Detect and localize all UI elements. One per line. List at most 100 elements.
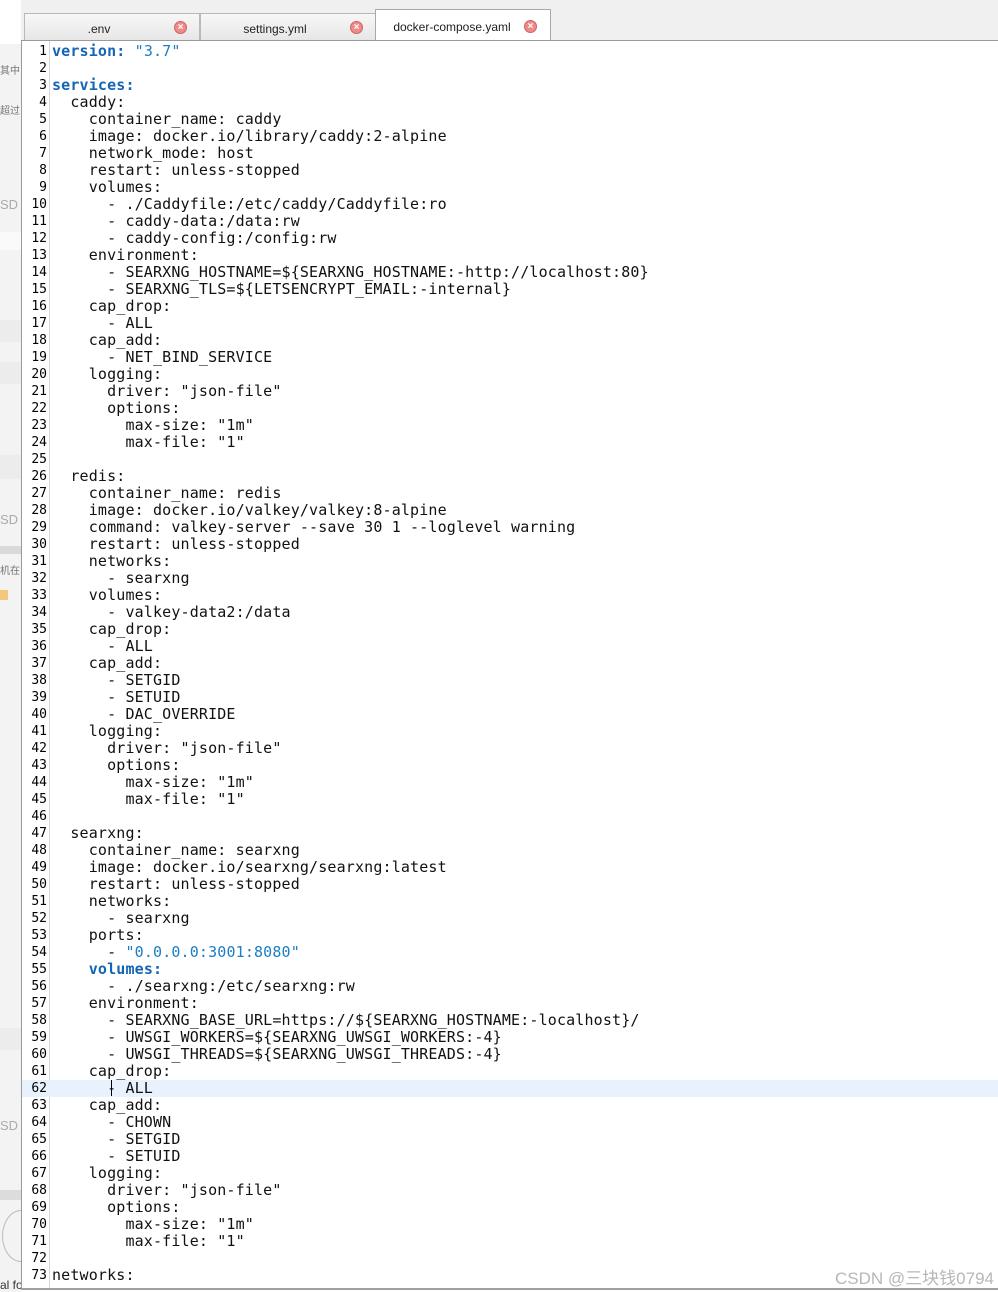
code-line[interactable]: 50 restart: unless-stopped — [22, 876, 998, 893]
code-line[interactable]: 35 cap_drop: — [22, 621, 998, 638]
background-avatar — [2, 1210, 21, 1262]
code-line[interactable]: 61 cap_drop: — [22, 1063, 998, 1080]
code-line[interactable]: 20 logging: — [22, 366, 998, 383]
code-line[interactable]: 6 image: docker.io/library/caddy:2-alpin… — [22, 128, 998, 145]
code-text: caddy: — [52, 93, 126, 111]
code-line[interactable]: 21 driver: "json-file" — [22, 383, 998, 400]
code-line[interactable]: 37 cap_add: — [22, 655, 998, 672]
code-line[interactable]: 26 redis: — [22, 468, 998, 485]
code-line[interactable]: 36 - ALL — [22, 638, 998, 655]
code-line[interactable]: 62 - ALL — [22, 1080, 998, 1097]
code-line[interactable]: 51 networks: — [22, 893, 998, 910]
code-line[interactable]: 11 - caddy-data:/data:rw — [22, 213, 998, 230]
tab-settings-yml[interactable]: settings.yml × — [200, 13, 376, 40]
code-line[interactable]: 22 options: — [22, 400, 998, 417]
line-number: 21 — [31, 384, 47, 399]
code-line[interactable]: 49 image: docker.io/searxng/searxng:late… — [22, 859, 998, 876]
code-line[interactable]: 32 - searxng — [22, 570, 998, 587]
code-line[interactable]: 47 searxng: — [22, 825, 998, 842]
code-line[interactable]: 71 max-file: "1" — [22, 1233, 998, 1250]
code-line[interactable]: 52 - searxng — [22, 910, 998, 927]
code-text: volumes: — [52, 586, 163, 604]
background-band — [0, 455, 21, 479]
code-line[interactable]: 63 cap_add: — [22, 1097, 998, 1114]
code-line[interactable]: 66 - SETUID — [22, 1148, 998, 1165]
code-line[interactable]: 38 - SETGID — [22, 672, 998, 689]
code-line[interactable]: 70 max-size: "1m" — [22, 1216, 998, 1233]
code-text: - SETGID — [52, 1130, 181, 1148]
close-icon[interactable]: × — [524, 20, 537, 33]
code-line[interactable]: 54 - "0.0.0.0:3001:8080" — [22, 944, 998, 961]
background-band — [0, 362, 21, 384]
line-number: 66 — [31, 1149, 47, 1164]
code-line[interactable]: 34 - valkey-data2:/data — [22, 604, 998, 621]
code-line[interactable]: 67 logging: — [22, 1165, 998, 1182]
tab-docker-compose-yaml[interactable]: docker-compose.yaml × — [375, 9, 551, 41]
code-line[interactable]: 44 max-size: "1m" — [22, 774, 998, 791]
code-line[interactable]: 8 restart: unless-stopped — [22, 162, 998, 179]
code-line[interactable]: 65 - SETGID — [22, 1131, 998, 1148]
code-text: image: docker.io/valkey/valkey:8-alpine — [52, 501, 447, 519]
code-line[interactable]: 29 command: valkey-server --save 30 1 --… — [22, 519, 998, 536]
code-line[interactable]: 3 services: — [22, 77, 998, 94]
close-icon[interactable]: × — [350, 21, 363, 34]
code-line[interactable]: 58 - SEARXNG_BASE_URL=https://${SEARXNG_… — [22, 1012, 998, 1029]
code-text: version: "3.7" — [52, 42, 181, 60]
code-line[interactable]: 19 - NET_BIND_SERVICE — [22, 349, 998, 366]
code-line[interactable]: 10 - ./Caddyfile:/etc/caddy/Caddyfile:ro — [22, 196, 998, 213]
code-line[interactable]: 59 - UWSGI_WORKERS=${SEARXNG_UWSGI_WORKE… — [22, 1029, 998, 1046]
code-line[interactable]: 55 volumes: — [22, 961, 998, 978]
code-line[interactable]: 25 — [22, 451, 998, 468]
line-number: 73 — [31, 1268, 47, 1283]
code-line[interactable]: 18 cap_add: — [22, 332, 998, 349]
line-number: 17 — [31, 316, 47, 331]
code-line[interactable]: 53 ports: — [22, 927, 998, 944]
code-text: environment: — [52, 994, 199, 1012]
code-line[interactable]: 13 environment: — [22, 247, 998, 264]
code-editor[interactable]: 1 version: "3.7" 2 3 services: 4 caddy: 5 cont… — [21, 40, 998, 1290]
line-number: 34 — [31, 605, 47, 620]
line-number: 42 — [31, 741, 47, 756]
line-number: 1 — [39, 44, 47, 59]
code-line[interactable]: 43 options: — [22, 757, 998, 774]
code-line[interactable]: 40 - DAC_OVERRIDE — [22, 706, 998, 723]
code-line[interactable]: 39 - SETUID — [22, 689, 998, 706]
code-line[interactable]: 5 container_name: caddy — [22, 111, 998, 128]
code-line[interactable]: 9 volumes: — [22, 179, 998, 196]
code-line[interactable]: 15 - SEARXNG_TLS=${LETSENCRYPT_EMAIL:-in… — [22, 281, 998, 298]
tab-env[interactable]: .env × — [24, 13, 200, 40]
code-line[interactable]: 31 networks: — [22, 553, 998, 570]
close-icon[interactable]: × — [174, 21, 187, 34]
code-line[interactable]: 4 caddy: — [22, 94, 998, 111]
code-line[interactable]: 46 — [22, 808, 998, 825]
code-line[interactable]: 27 container_name: redis — [22, 485, 998, 502]
line-number: 37 — [31, 656, 47, 671]
code-line[interactable]: 48 container_name: searxng — [22, 842, 998, 859]
code-line[interactable]: 60 - UWSGI_THREADS=${SEARXNG_UWSGI_THREA… — [22, 1046, 998, 1063]
code-text: cap_add: — [52, 654, 163, 672]
code-line[interactable]: 57 environment: — [22, 995, 998, 1012]
code-line[interactable]: 14 - SEARXNG_HOSTNAME=${SEARXNG_HOSTNAME… — [22, 264, 998, 281]
code-line[interactable]: 1 version: "3.7" — [22, 43, 998, 60]
code-line[interactable]: 24 max-file: "1" — [22, 434, 998, 451]
code-text: - ALL — [52, 1079, 153, 1097]
line-number: 50 — [31, 877, 47, 892]
line-number: 67 — [31, 1166, 47, 1181]
text-caret — [111, 1080, 112, 1096]
code-line[interactable]: 17 - ALL — [22, 315, 998, 332]
code-line[interactable]: 68 driver: "json-file" — [22, 1182, 998, 1199]
code-line[interactable]: 28 image: docker.io/valkey/valkey:8-alpi… — [22, 502, 998, 519]
code-line[interactable]: 12 - caddy-config:/config:rw — [22, 230, 998, 247]
code-line[interactable]: 2 — [22, 60, 998, 77]
code-line[interactable]: 56 - ./searxng:/etc/searxng:rw — [22, 978, 998, 995]
code-line[interactable]: 45 max-file: "1" — [22, 791, 998, 808]
code-line[interactable]: 33 volumes: — [22, 587, 998, 604]
code-line[interactable]: 7 network_mode: host — [22, 145, 998, 162]
code-line[interactable]: 16 cap_drop: — [22, 298, 998, 315]
code-line[interactable]: 30 restart: unless-stopped — [22, 536, 998, 553]
code-line[interactable]: 41 logging: — [22, 723, 998, 740]
code-line[interactable]: 42 driver: "json-file" — [22, 740, 998, 757]
code-line[interactable]: 23 max-size: "1m" — [22, 417, 998, 434]
code-line[interactable]: 64 - CHOWN — [22, 1114, 998, 1131]
code-line[interactable]: 69 options: — [22, 1199, 998, 1216]
